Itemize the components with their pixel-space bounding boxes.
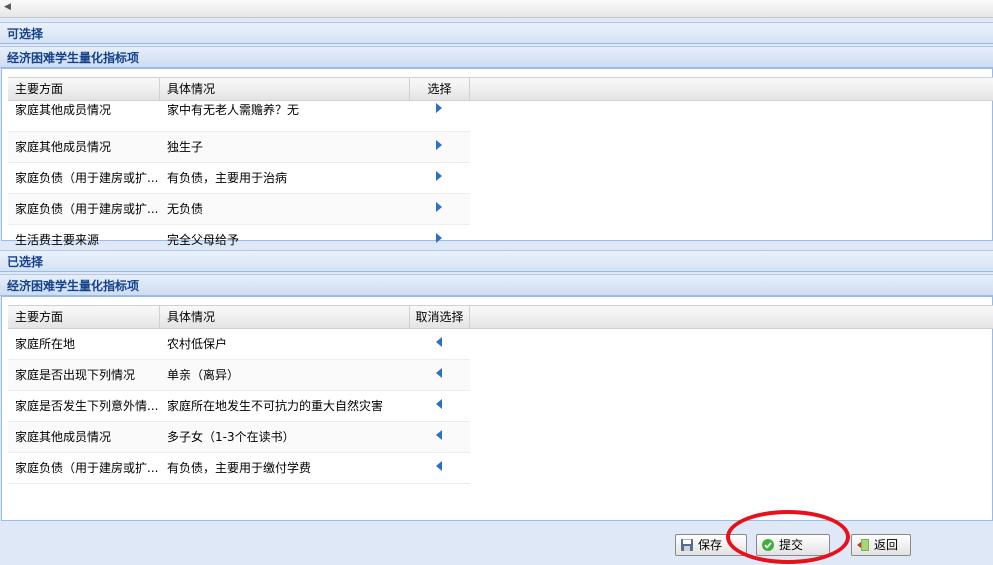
triangle-right-icon[interactable] <box>436 202 442 212</box>
triangle-left-icon[interactable] <box>436 399 442 409</box>
cell-detail: 农村低保户 <box>167 337 228 351</box>
submit-button-label: 提交 <box>779 538 804 552</box>
top-scrollbar[interactable]: ◀ <box>0 0 993 18</box>
table-row[interactable]: 家庭其他成员情况 多子女（1-3个在读书） <box>8 422 470 453</box>
triangle-left-icon[interactable] <box>436 430 442 440</box>
scroll-left-icon[interactable]: ◀ <box>4 2 11 12</box>
selected-grid-header: 主要方面 具体情况 取消选择 <box>8 305 993 329</box>
check-circle-icon <box>762 539 774 551</box>
table-row[interactable]: 家庭是否发生下列意外情... 家庭所在地发生不可抗力的重大自然灾害 <box>8 391 470 422</box>
save-button[interactable]: 保存 <box>675 534 747 556</box>
triangle-right-icon[interactable] <box>436 140 442 150</box>
available-grid-title: 经济困难学生量化指标项 <box>0 46 993 68</box>
cell-detail: 无负债 <box>167 202 204 216</box>
column-header-deselect[interactable]: 取消选择 <box>410 306 470 328</box>
cell-detail: 独生子 <box>167 140 204 154</box>
column-header-detail[interactable]: 具体情况 <box>160 306 410 328</box>
triangle-right-icon[interactable] <box>436 171 442 181</box>
cell-aspect: 家庭其他成员情况 <box>15 430 112 444</box>
column-header-filler <box>470 306 993 328</box>
cell-aspect: 家庭所在地 <box>15 337 76 351</box>
cell-detail: 家中有无老人需赡养？无 <box>167 103 300 117</box>
triangle-left-icon[interactable] <box>436 337 442 347</box>
cell-detail: 有负债，主要用于治病 <box>167 171 288 185</box>
cell-aspect: 家庭是否发生下列意外情... <box>15 399 159 413</box>
back-icon <box>857 539 869 551</box>
cell-aspect: 家庭负债（用于建房或扩... <box>15 171 159 185</box>
back-button-label: 返回 <box>874 538 899 552</box>
triangle-right-icon[interactable] <box>436 103 442 113</box>
column-header-aspect[interactable]: 主要方面 <box>8 306 160 328</box>
table-row[interactable]: 家庭其他成员情况 家中有无老人需赡养？无 <box>8 101 470 132</box>
selected-panel-header: 已选择 <box>0 250 993 272</box>
table-row[interactable]: 家庭负债（用于建房或扩... 有负债，主要用于治病 <box>8 163 470 194</box>
available-grid-header: 主要方面 具体情况 选择 <box>8 77 993 101</box>
cell-aspect: 家庭是否出现下列情况 <box>15 368 136 382</box>
cell-aspect: 家庭其他成员情况 <box>15 140 112 154</box>
save-button-label: 保存 <box>698 538 723 552</box>
table-row[interactable]: 家庭是否出现下列情况 单亲（离异） <box>8 360 470 391</box>
selected-grid-title: 经济困难学生量化指标项 <box>0 274 993 296</box>
column-header-aspect[interactable]: 主要方面 <box>8 78 160 100</box>
cell-detail: 单亲（离异） <box>167 368 240 382</box>
table-row[interactable]: 家庭负债（用于建房或扩... 有负债，主要用于缴付学费 <box>8 453 470 484</box>
cell-detail: 有负债，主要用于缴付学费 <box>167 461 312 475</box>
cell-detail: 家庭所在地发生不可抗力的重大自然灾害 <box>167 399 384 413</box>
available-panel-header: 可选择 <box>0 22 993 44</box>
column-header-select[interactable]: 选择 <box>410 78 470 100</box>
table-row[interactable]: 家庭负债（用于建房或扩... 无负债 <box>8 194 470 225</box>
triangle-right-icon[interactable] <box>436 233 442 243</box>
cell-detail: 多子女（1-3个在读书） <box>167 430 295 444</box>
cell-aspect: 家庭负债（用于建房或扩... <box>15 202 159 216</box>
table-row[interactable]: 家庭其他成员情况 独生子 <box>8 132 470 163</box>
table-row[interactable]: 家庭所在地 农村低保户 <box>8 329 470 360</box>
selected-grid-panel: 主要方面 具体情况 取消选择 家庭所在地 农村低保户家庭是否出现下列情况 单亲（离异… <box>1 296 993 521</box>
save-icon <box>681 539 693 551</box>
cell-aspect: 家庭其他成员情况 <box>15 103 112 117</box>
column-header-filler <box>470 78 993 100</box>
triangle-left-icon[interactable] <box>436 461 442 471</box>
triangle-left-icon[interactable] <box>436 368 442 378</box>
back-button[interactable]: 返回 <box>851 534 911 556</box>
column-header-detail[interactable]: 具体情况 <box>160 78 410 100</box>
submit-button[interactable]: 提交 <box>756 534 830 556</box>
cell-aspect: 家庭负债（用于建房或扩... <box>15 461 159 475</box>
available-grid-panel: 主要方面 具体情况 选择 家庭其他成员情况 家中有无老人需赡养？无 家庭其他成员情况… <box>1 68 993 256</box>
